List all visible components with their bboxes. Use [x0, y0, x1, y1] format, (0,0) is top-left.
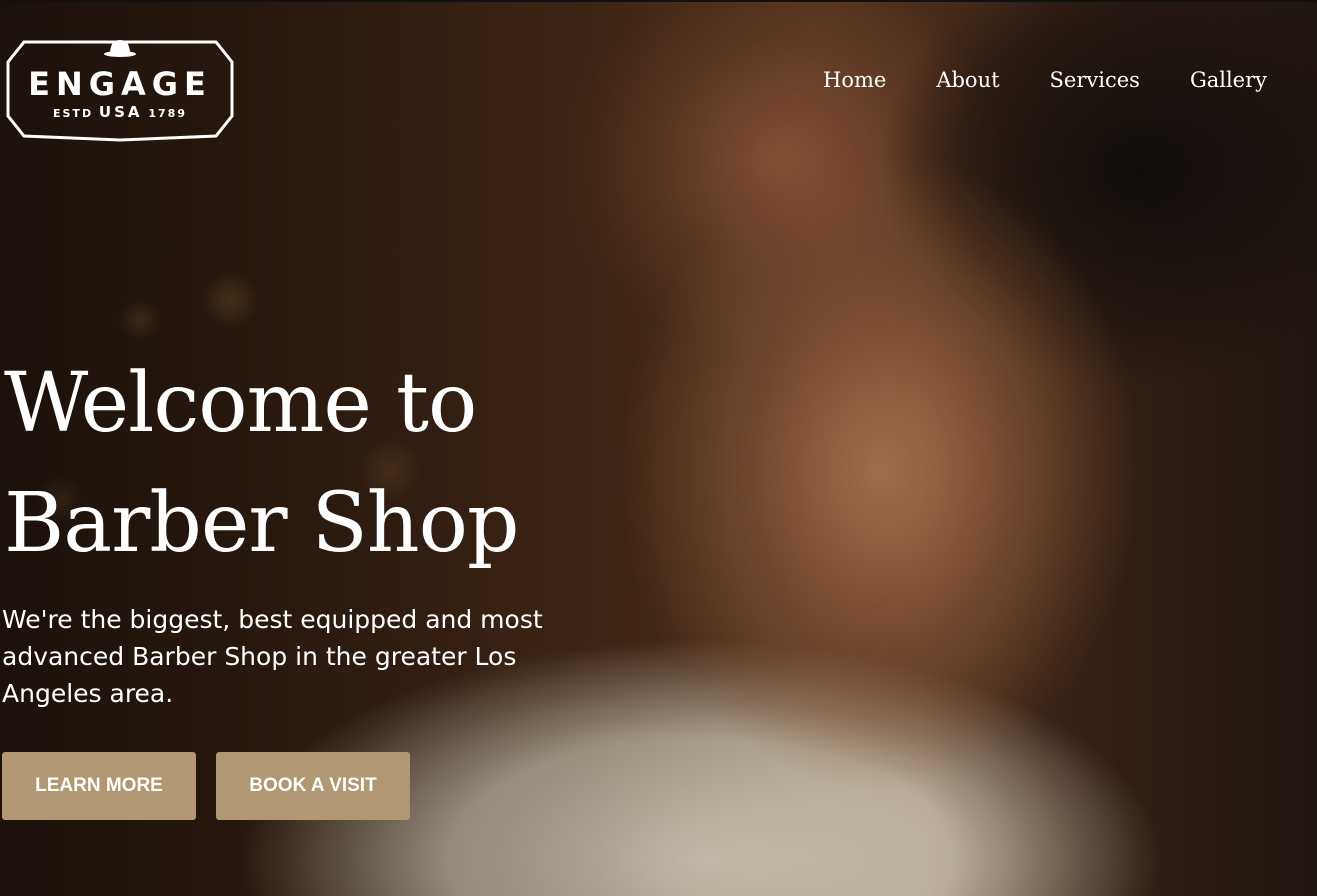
- hero-description: We're the biggest, best equipped and mos…: [2, 605, 543, 708]
- hero-section: ENGAGE ESTD USA 1789 Home About Services…: [0, 0, 1317, 896]
- nav-services[interactable]: Services: [1050, 64, 1140, 96]
- logo-year: 1789: [148, 107, 187, 120]
- logo-wordmark: ENGAGE: [28, 65, 212, 103]
- hero-title-line2: Barber Shop: [4, 476, 519, 571]
- site-logo[interactable]: ENGAGE ESTD USA 1789: [6, 24, 234, 142]
- logo-estd: ESTD: [53, 107, 94, 120]
- nav-gallery[interactable]: Gallery: [1190, 64, 1267, 96]
- logo-tagline: ESTD USA 1789: [6, 104, 234, 122]
- learn-more-button[interactable]: LEARN MORE: [2, 752, 196, 820]
- nav-home[interactable]: Home: [823, 64, 886, 96]
- nav-about[interactable]: About: [936, 64, 999, 96]
- main-nav: Home About Services Gallery: [823, 64, 1267, 96]
- hero-title-line1: Welcome to: [4, 356, 477, 451]
- book-visit-button[interactable]: BOOK A VISIT: [216, 752, 410, 820]
- hero-title: Welcome to Barber Shop: [4, 344, 519, 584]
- logo-usa: USA: [98, 103, 143, 121]
- top-border: [0, 0, 1317, 2]
